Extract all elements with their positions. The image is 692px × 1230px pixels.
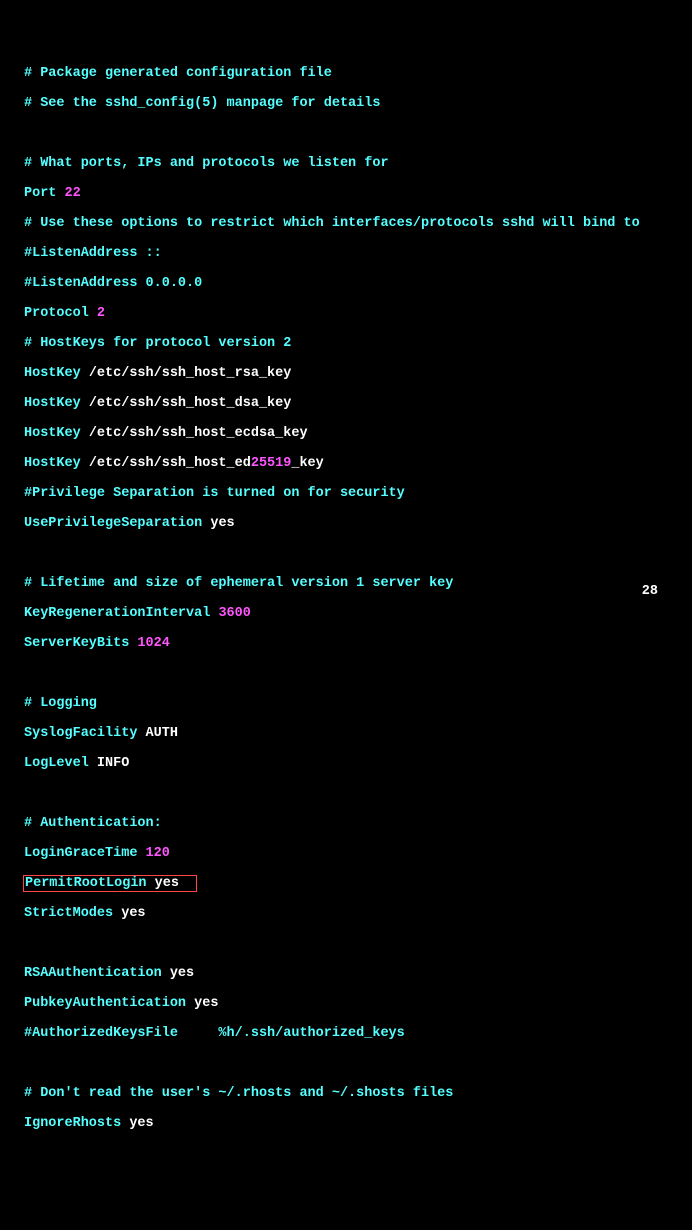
config-line: ServerKeyBits 1024 [24,636,692,651]
directive-rsaauthentication: RSAAuthentication [24,966,170,981]
config-line: # See the sshd_config(5) manpage for det… [24,96,692,111]
directive-hostkey: HostKey [24,426,89,441]
directive-hostkey: HostKey [24,366,89,381]
value-number: 1024 [137,636,169,651]
value-path: /etc/ssh/ssh_host_rsa_key [89,366,292,381]
directive-keyregenerationinterval: KeyRegenerationInterval [24,606,218,621]
config-line: Port 22 [24,186,692,201]
config-line: # Lifetime and size of ephemeral version… [24,576,692,591]
config-line: #ListenAddress 0.0.0.0 [24,276,692,291]
config-line: Protocol 2 [24,306,692,321]
comment-text: #AuthorizedKeysFile %h/.ssh/authorized_k… [24,1026,405,1041]
config-line: #Privilege Separation is turned on for s… [24,486,692,501]
config-line: #ListenAddress :: [24,246,692,261]
value-path: /etc/ssh/ssh_host_ed [89,456,251,471]
directive-serverkeybits: ServerKeyBits [24,636,137,651]
comment-text: # HostKeys for protocol version 2 [24,336,291,351]
config-line: HostKey /etc/ssh/ssh_host_ed25519_key [24,456,692,471]
comment-text: #Privilege Separation is turned on for s… [24,486,405,501]
config-line: UsePrivilegeSeparation yes [24,516,692,531]
config-line: HostKey /etc/ssh/ssh_host_rsa_key [24,366,692,381]
value-text: yes [170,966,194,981]
blank-line [24,546,692,561]
comment-text: # Logging [24,696,97,711]
blank-line [24,666,692,681]
config-line: # Authentication: [24,816,692,831]
value-text: yes [129,1116,153,1131]
config-line: HostKey /etc/ssh/ssh_host_ecdsa_key [24,426,692,441]
value-path: /etc/ssh/ssh_host_ecdsa_key [89,426,308,441]
value-number: 25519 [251,456,292,471]
directive-protocol: Protocol [24,306,97,321]
value-text: yes [155,876,179,891]
value-number: 2 [97,306,105,321]
comment-text: #ListenAddress :: [24,246,162,261]
config-line: LogLevel INFO [24,756,692,771]
value-text: yes [121,906,145,921]
directive-loglevel: LogLevel [24,756,97,771]
config-line: # Use these options to restrict which in… [24,216,692,231]
config-line: #AuthorizedKeysFile %h/.ssh/authorized_k… [24,1026,692,1041]
config-line: SyslogFacility AUTH [24,726,692,741]
directive-hostkey: HostKey [24,396,89,411]
highlight-padding [179,876,195,891]
blank-line [24,126,692,141]
comment-text: # Use these options to restrict which in… [24,216,640,231]
directive-syslogfacility: SyslogFacility [24,726,146,741]
directive-strictmodes: StrictModes [24,906,121,921]
config-line: LoginGraceTime 120 [24,846,692,861]
blank-line [24,1056,692,1071]
blank-line [24,936,692,951]
comment-text: # Don't read the user's ~/.rhosts and ~/… [24,1086,453,1101]
config-line: # What ports, IPs and protocols we liste… [24,156,692,171]
comment-text: # Lifetime and size of ephemeral version… [24,576,453,591]
directive-logingracetime: LoginGraceTime [24,846,146,861]
config-line: PermitRootLogin yes [24,876,692,891]
config-line: PubkeyAuthentication yes [24,996,692,1011]
config-line: KeyRegenerationInterval 3600 [24,606,692,621]
value-path: /etc/ssh/ssh_host_dsa_key [89,396,292,411]
config-line: RSAAuthentication yes [24,966,692,981]
blank-line [24,786,692,801]
value-number: 120 [146,846,170,861]
directive-useprivilegeseparation: UsePrivilegeSeparation [24,516,210,531]
directive-pubkeyauthentication: PubkeyAuthentication [24,996,194,1011]
config-line: HostKey /etc/ssh/ssh_host_dsa_key [24,396,692,411]
comment-text: # What ports, IPs and protocols we liste… [24,156,389,171]
value-text: INFO [97,756,129,771]
value-number: 22 [65,186,81,201]
config-line: # HostKeys for protocol version 2 [24,336,692,351]
value-text: yes [210,516,234,531]
value-path: _key [291,456,323,471]
highlight-box: PermitRootLogin yes [23,875,197,892]
value-text: yes [194,996,218,1011]
directive-ignorerhosts: IgnoreRhosts [24,1116,129,1131]
comment-text: # See the sshd_config(5) manpage for det… [24,96,380,111]
config-line: # Logging [24,696,692,711]
value-text: AUTH [146,726,178,741]
directive-hostkey: HostKey [24,456,89,471]
directive-port: Port [24,186,65,201]
config-line: StrictModes yes [24,906,692,921]
directive-permitrootlogin: PermitRootLogin [25,876,155,891]
comment-text: #ListenAddress 0.0.0.0 [24,276,202,291]
value-number: 3600 [218,606,250,621]
comment-text: # Authentication: [24,816,162,831]
config-line: # Package generated configuration file [24,66,692,81]
line-number-indicator: 28 [642,584,658,599]
config-line: # Don't read the user's ~/.rhosts and ~/… [24,1086,692,1101]
comment-text: # Package generated configuration file [24,66,332,81]
config-line: IgnoreRhosts yes [24,1116,692,1131]
